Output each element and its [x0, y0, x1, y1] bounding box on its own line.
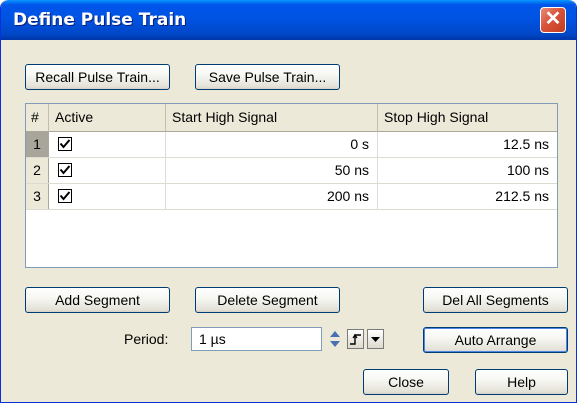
units-dropdown-button[interactable]: [367, 329, 384, 349]
row-number[interactable]: 2: [26, 158, 49, 183]
row-number[interactable]: 1: [26, 132, 49, 157]
checkmark-icon: [58, 189, 72, 203]
help-button[interactable]: Help: [475, 369, 568, 395]
close-button[interactable]: Close: [363, 369, 449, 395]
checkmark-icon: [58, 163, 72, 177]
active-checkbox[interactable]: [49, 132, 166, 157]
title-bar: Define Pulse Train ✕: [1, 0, 576, 40]
stop-high-cell[interactable]: 100 ns: [378, 158, 557, 183]
window-title: Define Pulse Train: [13, 10, 187, 30]
header-start-high-signal[interactable]: Start High Signal: [166, 104, 378, 132]
close-window-button[interactable]: ✕: [540, 7, 566, 33]
stop-high-cell[interactable]: 212.5 ns: [378, 184, 557, 209]
pulse-edge-button[interactable]: [347, 329, 364, 349]
table-row[interactable]: 1 0 s 12.5 ns: [26, 132, 557, 158]
active-checkbox[interactable]: [49, 158, 166, 183]
active-checkbox[interactable]: [49, 184, 166, 209]
pulse-edge-icon: [350, 333, 361, 345]
chevron-down-icon: [371, 337, 380, 342]
auto-arrange-button[interactable]: Auto Arrange: [423, 327, 568, 353]
header-number: #: [26, 104, 49, 132]
start-high-cell[interactable]: 0 s: [166, 132, 378, 157]
spinner-icon[interactable]: [328, 327, 342, 351]
save-pulse-train-button[interactable]: Save Pulse Train...: [195, 64, 340, 90]
close-icon: ✕: [544, 8, 562, 30]
start-high-cell[interactable]: 200 ns: [166, 184, 378, 209]
header-active[interactable]: Active: [49, 104, 166, 132]
del-all-segments-button[interactable]: Del All Segments: [423, 287, 568, 313]
header-stop-high-signal[interactable]: Stop High Signal: [378, 104, 557, 132]
row-number[interactable]: 3: [26, 184, 49, 209]
start-high-cell[interactable]: 50 ns: [166, 158, 378, 183]
segment-table[interactable]: # Active Start High Signal Stop High Sig…: [25, 103, 558, 268]
period-input[interactable]: 1 µs: [191, 327, 322, 351]
period-label: Period:: [124, 331, 169, 347]
add-segment-button[interactable]: Add Segment: [25, 287, 170, 313]
stop-high-cell[interactable]: 12.5 ns: [378, 132, 557, 157]
table-row[interactable]: 3 200 ns 212.5 ns: [26, 184, 557, 210]
delete-segment-button[interactable]: Delete Segment: [195, 287, 340, 313]
checkmark-icon: [58, 137, 72, 151]
table-row[interactable]: 2 50 ns 100 ns: [26, 158, 557, 184]
recall-pulse-train-button[interactable]: Recall Pulse Train...: [25, 64, 170, 90]
define-pulse-train-dialog: Define Pulse Train ✕ Recall Pulse Train.…: [0, 0, 577, 403]
